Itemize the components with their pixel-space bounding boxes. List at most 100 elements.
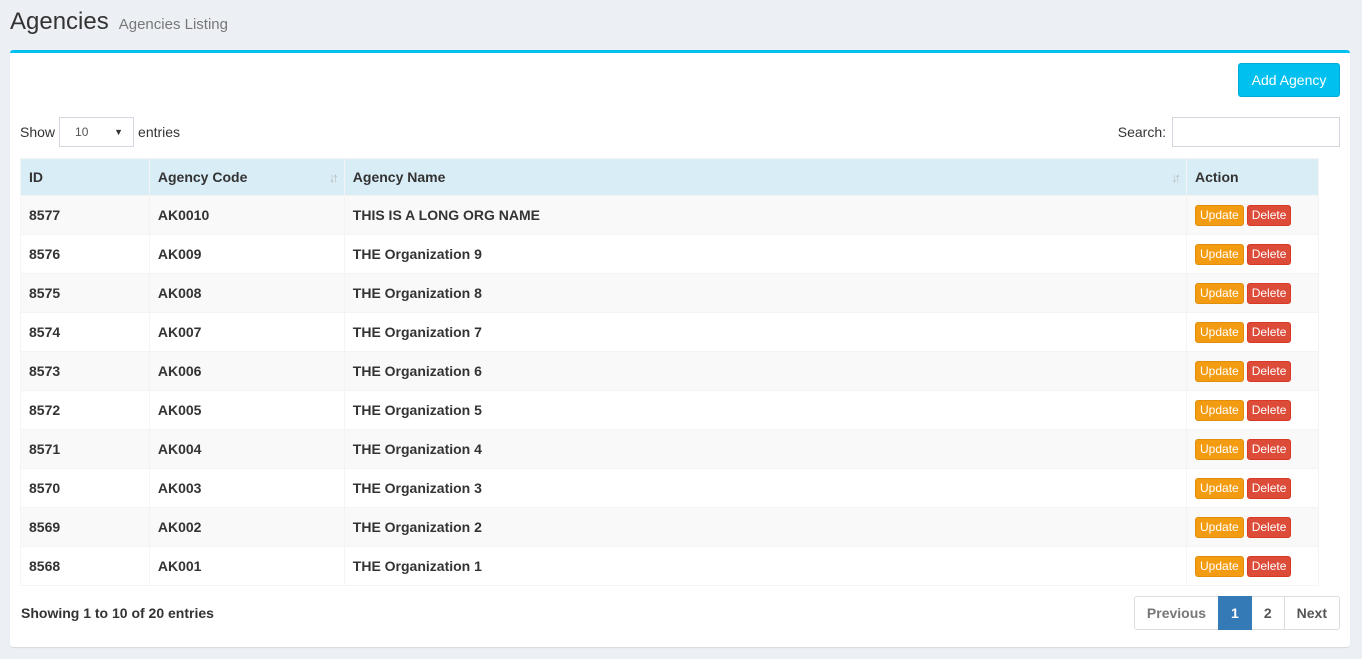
- column-header-id[interactable]: ID: [20, 158, 150, 196]
- update-button[interactable]: Update: [1195, 516, 1244, 538]
- cell-id: 8576: [20, 234, 150, 274]
- update-button[interactable]: Update: [1195, 360, 1244, 382]
- cell-agency-code: AK003: [148, 468, 345, 508]
- entries-length-control: Show 10 ▼ entries: [20, 117, 180, 147]
- cell-action: Update Delete: [1186, 351, 1319, 391]
- cell-agency-name: THE Organization 4: [343, 429, 1188, 469]
- entries-length-value: 10: [75, 125, 89, 139]
- cell-id: 8574: [20, 312, 150, 352]
- cell-agency-code: AK008: [148, 273, 345, 313]
- search-label: Search:: [1117, 124, 1166, 140]
- column-header-agency-name-label: Agency Name: [352, 169, 446, 185]
- update-button[interactable]: Update: [1195, 282, 1244, 304]
- cell-id: 8571: [20, 429, 150, 469]
- cell-agency-code: AK006: [148, 351, 345, 391]
- show-label: Show: [20, 124, 56, 140]
- update-button[interactable]: Update: [1195, 399, 1244, 421]
- agencies-box: Add Agency Show 10 ▼ entries Search: ID …: [10, 50, 1350, 647]
- table-row: 8568 AK001 THE Organization 1 Update Delete: [20, 546, 1319, 586]
- entries-label: entries: [138, 124, 181, 140]
- cell-action: Update Delete: [1186, 312, 1319, 352]
- delete-button[interactable]: Delete: [1246, 477, 1292, 499]
- add-agency-button[interactable]: Add Agency: [1238, 63, 1340, 97]
- entries-length-select[interactable]: 10 ▼: [59, 117, 135, 147]
- cell-action: Update Delete: [1186, 195, 1319, 235]
- previous-page-button[interactable]: Previous: [1133, 596, 1220, 630]
- update-button[interactable]: Update: [1195, 555, 1244, 577]
- delete-button[interactable]: Delete: [1246, 360, 1292, 382]
- cell-id: 8568: [20, 546, 150, 586]
- cell-id: 8577: [20, 195, 150, 235]
- sort-icon: ↓↑: [1171, 170, 1181, 185]
- delete-button[interactable]: Delete: [1246, 555, 1292, 577]
- table-row: 8574 AK007 THE Organization 7 Update Delete: [20, 312, 1319, 352]
- cell-action: Update Delete: [1186, 273, 1319, 313]
- search-input[interactable]: [1172, 117, 1340, 147]
- delete-button[interactable]: Delete: [1246, 516, 1292, 538]
- table-row: 8575 AK008 THE Organization 8 Update Delete: [20, 273, 1319, 313]
- update-button[interactable]: Update: [1195, 243, 1244, 265]
- cell-id: 8572: [20, 390, 150, 430]
- cell-action: Update Delete: [1186, 234, 1319, 274]
- cell-id: 8573: [20, 351, 150, 391]
- sort-icon: ↓↑: [328, 170, 339, 185]
- cell-agency-code: AK001: [148, 546, 345, 586]
- table-row: 8572 AK005 THE Organization 5 Update Delete: [20, 390, 1319, 430]
- cell-agency-name: THE Organization 5: [343, 390, 1188, 430]
- cell-agency-code: AK005: [148, 390, 345, 430]
- cell-action: Update Delete: [1186, 546, 1319, 586]
- cell-action: Update Delete: [1186, 507, 1319, 547]
- column-header-agency-code[interactable]: Agency Code ↓↑: [148, 158, 345, 196]
- delete-button[interactable]: Delete: [1246, 399, 1292, 421]
- update-button[interactable]: Update: [1195, 477, 1244, 499]
- table-row: 8570 AK003 THE Organization 3 Update Delete: [20, 468, 1319, 508]
- update-button[interactable]: Update: [1195, 438, 1244, 460]
- table-info: Showing 1 to 10 of 20 entries: [21, 605, 214, 621]
- table-row: 8569 AK002 THE Organization 2 Update Delete: [20, 507, 1319, 547]
- pagination: Previous 1 2 Next: [1133, 596, 1340, 630]
- delete-button[interactable]: Delete: [1246, 204, 1292, 226]
- table-row: 8577 AK0010 THIS IS A LONG ORG NAME Update D…: [20, 195, 1319, 235]
- cell-agency-code: AK009: [148, 234, 345, 274]
- table-row: 8576 AK009 THE Organization 9 Update Delete: [20, 234, 1319, 274]
- cell-agency-name: THE Organization 7: [343, 312, 1188, 352]
- page-button-1[interactable]: 1: [1218, 596, 1252, 630]
- cell-agency-name: THE Organization 8: [343, 273, 1188, 313]
- cell-agency-name: THE Organization 6: [343, 351, 1188, 391]
- next-page-button[interactable]: Next: [1283, 596, 1340, 630]
- column-header-agency-code-label: Agency Code: [157, 169, 248, 185]
- delete-button[interactable]: Delete: [1246, 438, 1292, 460]
- cell-agency-code: AK0010: [148, 195, 345, 235]
- page-button-2[interactable]: 2: [1250, 596, 1285, 630]
- cell-action: Update Delete: [1186, 429, 1319, 469]
- agencies-table: ID Agency Code ↓↑ Agency Name ↓↑ Action …: [20, 158, 1319, 586]
- cell-action: Update Delete: [1186, 468, 1319, 508]
- caret-down-icon: ▼: [114, 127, 124, 137]
- column-header-action: Action: [1186, 158, 1319, 196]
- cell-action: Update Delete: [1186, 390, 1319, 430]
- update-button[interactable]: Update: [1195, 321, 1244, 343]
- cell-agency-code: AK004: [148, 429, 345, 469]
- page-header: Agencies Agencies Listing: [10, 8, 228, 38]
- cell-agency-name: THE Organization 9: [343, 234, 1188, 274]
- cell-agency-name: THE Organization 1: [343, 546, 1188, 586]
- page-title: Agencies: [10, 8, 109, 35]
- delete-button[interactable]: Delete: [1246, 321, 1292, 343]
- delete-button[interactable]: Delete: [1246, 243, 1292, 265]
- update-button[interactable]: Update: [1195, 204, 1244, 226]
- cell-id: 8569: [20, 507, 150, 547]
- table-row: 8573 AK006 THE Organization 6 Update Delete: [20, 351, 1319, 391]
- cell-agency-name: THIS IS A LONG ORG NAME: [343, 195, 1188, 235]
- cell-id: 8575: [20, 273, 150, 313]
- table-row: 8571 AK004 THE Organization 4 Update Delete: [20, 429, 1319, 469]
- page-subtitle: Agencies Listing: [118, 16, 228, 33]
- cell-id: 8570: [20, 468, 150, 508]
- table-header-row: ID Agency Code ↓↑ Agency Name ↓↑ Action: [20, 158, 1319, 196]
- search-control: Search:: [1118, 117, 1340, 147]
- cell-agency-code: AK007: [148, 312, 345, 352]
- delete-button[interactable]: Delete: [1246, 282, 1292, 304]
- cell-agency-name: THE Organization 2: [343, 507, 1188, 547]
- cell-agency-code: AK002: [148, 507, 345, 547]
- column-header-agency-name[interactable]: Agency Name ↓↑: [343, 158, 1188, 196]
- cell-agency-name: THE Organization 3: [343, 468, 1188, 508]
